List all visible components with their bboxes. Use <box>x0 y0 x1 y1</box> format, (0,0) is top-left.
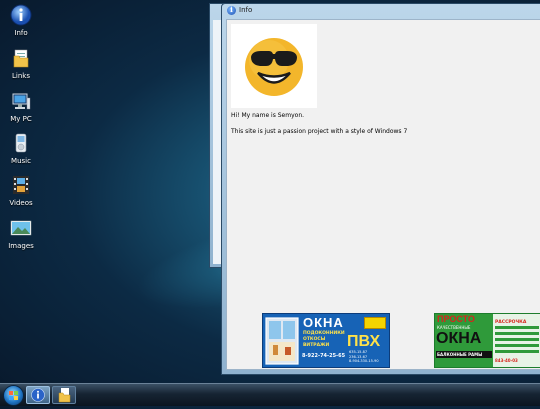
info-icon <box>10 4 32 26</box>
windows-logo-icon <box>9 391 18 400</box>
window-title: Info <box>239 6 253 14</box>
desktop-icon-label: My PC <box>10 115 32 123</box>
intro-text: Hi! My name is Semyon. <box>231 112 305 119</box>
ad-phone-small: 8-904-330-15-90 <box>349 359 379 363</box>
desktop-icon-my-pc[interactable]: My PC <box>2 90 40 123</box>
desktop-icon-label: Info <box>14 29 28 37</box>
ad-phone: 8-922-74-25-65 <box>302 353 346 359</box>
smiley-sunglasses-icon <box>245 38 303 96</box>
taskbar-button-links[interactable] <box>52 386 76 404</box>
info-icon <box>31 388 45 402</box>
ad-bullets: ПОДОКОННИКИ ОТКОСЫ ВИТРАЖИ <box>303 331 345 349</box>
folder-links-icon <box>58 388 71 403</box>
desktop-icon-label: Videos <box>9 199 33 207</box>
window-titlebar[interactable]: i Info <box>222 4 540 18</box>
music-player-icon <box>10 132 32 154</box>
film-icon <box>10 174 32 196</box>
ad-subheadline: ПВХ <box>347 333 381 350</box>
ad-headline: ОКНА <box>436 330 482 347</box>
taskbar-button-info[interactable] <box>26 386 50 404</box>
ad-feature-list <box>495 326 539 354</box>
description-text: This site is just a passion project with… <box>231 128 408 135</box>
desktop-icon-music[interactable]: Music <box>2 132 40 165</box>
ad-side-top: РАССРОЧКА <box>495 320 527 325</box>
info-icon: i <box>227 5 236 15</box>
ad-banner-simply-windows[interactable]: ПРОСТО КАЧЕСТВЕННЫЕ ОКНА БАЛКОННЫЕ РАМЫ … <box>434 313 540 368</box>
ad-top-text: ПРОСТО <box>437 314 475 324</box>
ad-footer: БАЛКОННЫЕ РАМЫ <box>437 352 483 357</box>
taskbar <box>0 383 540 406</box>
desktop-icon-label: Images <box>8 242 34 250</box>
desktop-icon-images[interactable]: Images <box>2 217 40 250</box>
desktop-icon-links[interactable]: Links <box>2 47 40 80</box>
ad-headline: ОКНА <box>303 315 344 330</box>
desktop-icon-label: Music <box>11 157 31 165</box>
folder-links-icon <box>10 47 32 69</box>
desktop-icon-videos[interactable]: Videos <box>2 174 40 207</box>
avatar <box>231 24 317 108</box>
desktop-icon-info[interactable]: Info <box>2 4 40 37</box>
desktop-icon-label: Links <box>12 72 30 80</box>
ad-badge <box>364 317 386 329</box>
ad-banner-windows-pvc[interactable]: ОКНА ПОДОКОННИКИ ОТКОСЫ ВИТРАЖИ ПВХ 8-92… <box>262 313 390 368</box>
ad-phones-small: 635-15-87 236-13-67 8-904-330-15-90 <box>349 350 379 364</box>
computer-icon <box>10 90 32 112</box>
landscape-image-icon <box>10 217 32 239</box>
ad-phone: 843-40-03 <box>495 358 518 363</box>
start-button[interactable] <box>3 385 24 406</box>
ad-bullet: ВИТРАЖИ <box>303 343 330 348</box>
